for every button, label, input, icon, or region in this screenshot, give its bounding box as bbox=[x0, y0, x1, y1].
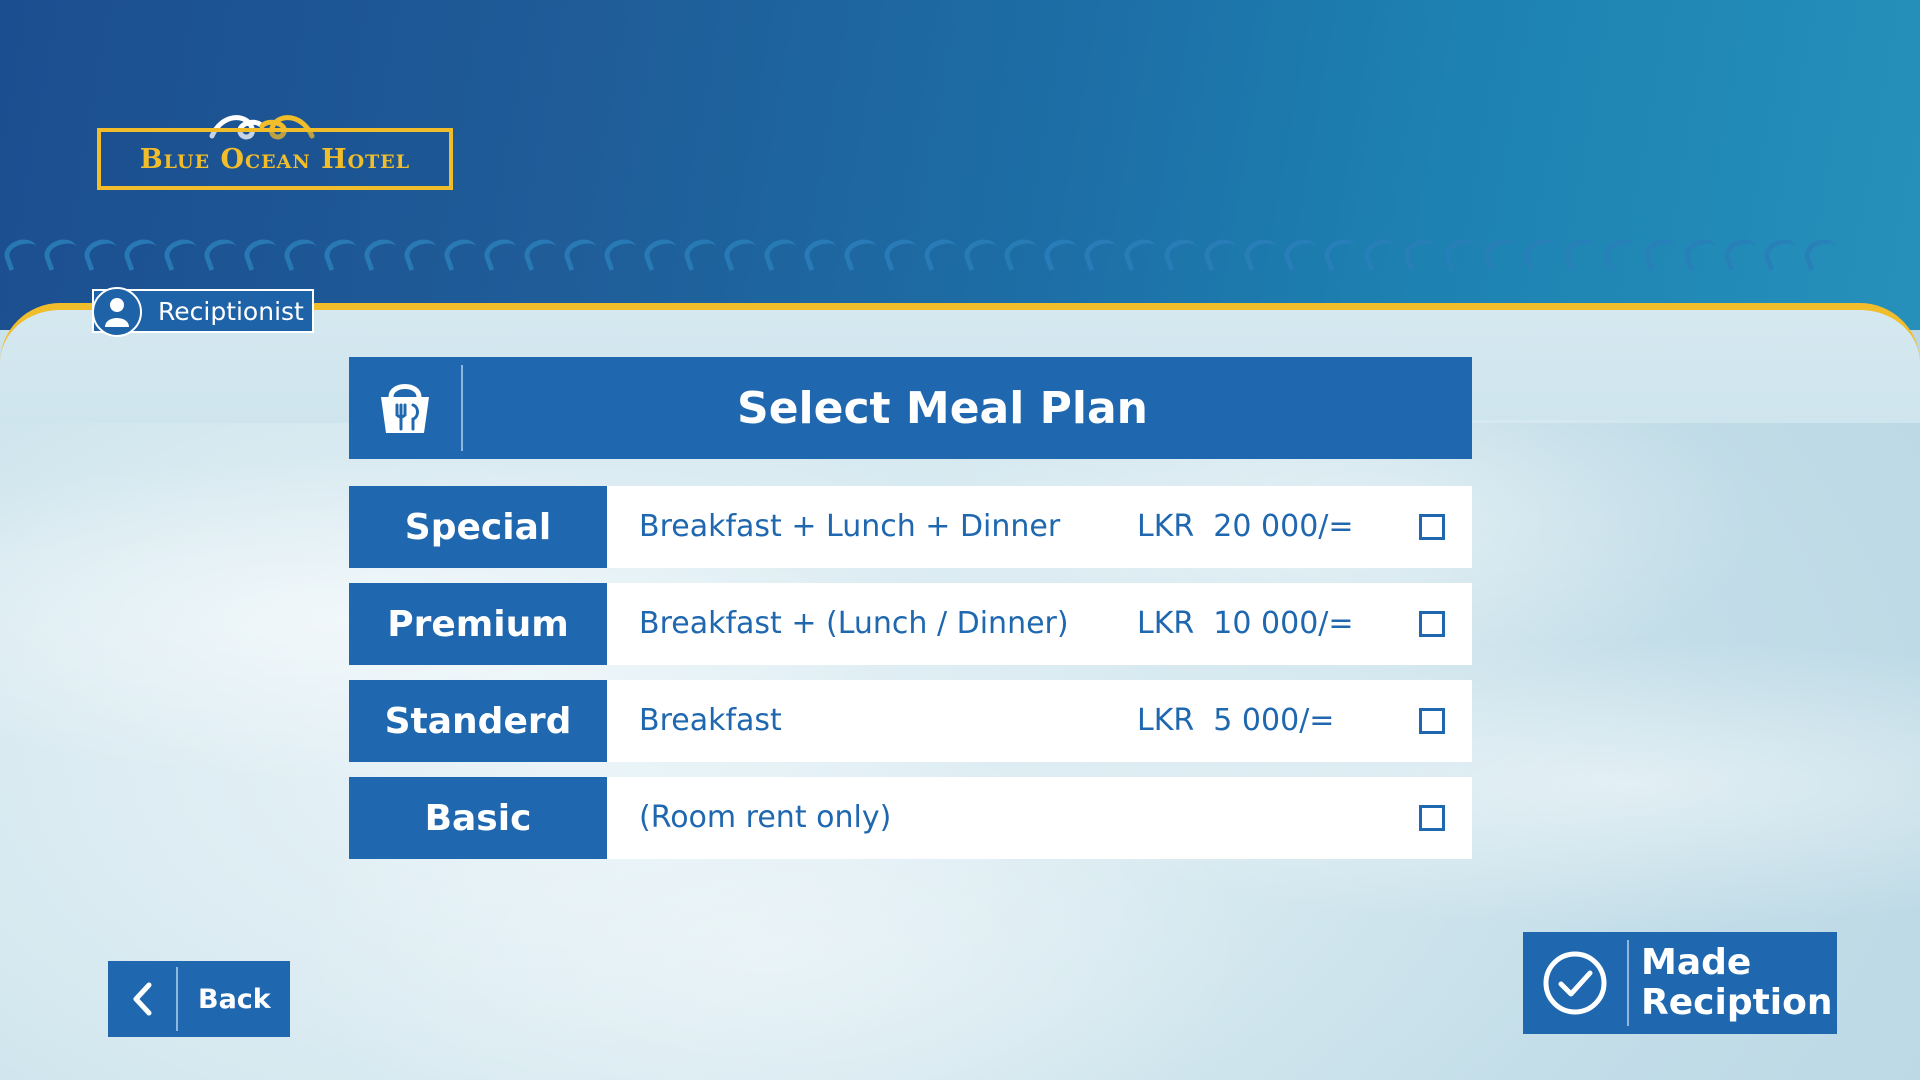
plan-row-standerd: Standerd Breakfast LKR 5 000/= bbox=[349, 680, 1472, 762]
button-divider bbox=[1627, 940, 1629, 1026]
plan-description: Breakfast bbox=[639, 703, 782, 738]
made-label-line1: Made bbox=[1641, 942, 1752, 983]
user-role: Reciptionist bbox=[158, 296, 304, 326]
logo-frame: Blue Ocean Hotel bbox=[97, 128, 453, 190]
plan-details: (Room rent only) bbox=[607, 777, 1425, 859]
user-icon bbox=[92, 287, 142, 337]
plan-checkbox-special[interactable] bbox=[1419, 514, 1445, 540]
hotel-logo: Blue Ocean Hotel bbox=[97, 108, 453, 190]
plan-details: Breakfast + Lunch + Dinner LKR 20 000/= bbox=[607, 486, 1425, 568]
plan-description: Breakfast + (Lunch / Dinner) bbox=[639, 606, 1069, 641]
user-badge: Reciptionist bbox=[92, 287, 314, 337]
hotel-name: Blue Ocean Hotel bbox=[139, 143, 411, 175]
made-reception-label: Made Reciption bbox=[1641, 943, 1833, 1023]
meal-plan-header: Select Meal Plan bbox=[349, 357, 1472, 459]
plan-price: LKR 20 000/= bbox=[1137, 509, 1354, 544]
plan-row-premium: Premium Breakfast + (Lunch / Dinner) LKR… bbox=[349, 583, 1472, 665]
plan-checkbox-cell[interactable] bbox=[1392, 680, 1472, 762]
plan-details: Breakfast LKR 5 000/= bbox=[607, 680, 1425, 762]
check-circle-icon bbox=[1523, 932, 1627, 1034]
plan-description: (Room rent only) bbox=[639, 800, 892, 835]
chevron-left-icon bbox=[108, 961, 176, 1037]
plan-checkbox-basic[interactable] bbox=[1419, 805, 1445, 831]
plan-details: Breakfast + (Lunch / Dinner) LKR 10 000/… bbox=[607, 583, 1425, 665]
plan-price: LKR 10 000/= bbox=[1137, 606, 1354, 641]
made-label-line2: Reciption bbox=[1641, 982, 1833, 1023]
button-divider bbox=[176, 967, 178, 1031]
plan-checkbox-cell[interactable] bbox=[1392, 486, 1472, 568]
plan-row-basic: Basic (Room rent only) bbox=[349, 777, 1472, 859]
back-label: Back bbox=[198, 983, 271, 1015]
made-reception-button[interactable]: Made Reciption bbox=[1523, 932, 1837, 1034]
plan-checkbox-cell[interactable] bbox=[1392, 583, 1472, 665]
plan-checkbox-standerd[interactable] bbox=[1419, 708, 1445, 734]
back-button[interactable]: Back bbox=[108, 961, 290, 1037]
page-title: Select Meal Plan bbox=[737, 382, 1148, 434]
plan-name: Standerd bbox=[349, 680, 607, 762]
plan-description: Breakfast + Lunch + Dinner bbox=[639, 509, 1061, 544]
plan-checkbox-premium[interactable] bbox=[1419, 611, 1445, 637]
meal-basket-icon bbox=[349, 357, 461, 459]
plan-row-special: Special Breakfast + Lunch + Dinner LKR 2… bbox=[349, 486, 1472, 568]
plan-name: Special bbox=[349, 486, 607, 568]
plan-price: LKR 5 000/= bbox=[1137, 703, 1335, 738]
plan-checkbox-cell[interactable] bbox=[1392, 777, 1472, 859]
wave-pattern bbox=[0, 234, 1920, 276]
plan-name: Basic bbox=[349, 777, 607, 859]
plan-name: Premium bbox=[349, 583, 607, 665]
